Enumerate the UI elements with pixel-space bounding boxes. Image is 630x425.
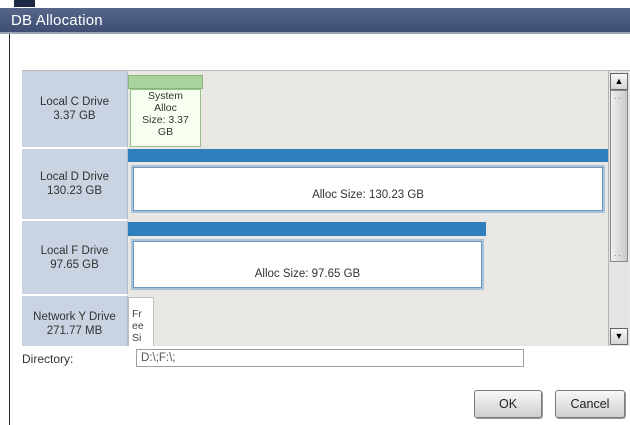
scroll-down-button[interactable]: ▼ (610, 328, 628, 345)
system-alloc-bar (128, 75, 203, 89)
drive-name: Local D Drive (39, 171, 110, 183)
window-left-border (9, 34, 10, 425)
grip-dots-icon: .. (614, 92, 623, 101)
drive-size: 97.65 GB (50, 258, 99, 271)
alloc-size-label: Alloc Size: 97.65 GB (254, 268, 361, 280)
grip-dots-icon: .. (614, 249, 623, 258)
free-text-line: Fr (132, 308, 142, 320)
title-bar-shadow (0, 32, 630, 34)
drive-name: Network Y Drive (33, 311, 116, 323)
alloc-block-f[interactable]: Alloc Size: 97.65 GB (131, 239, 484, 290)
alloc-size-label: Alloc Size: 130.23 GB (312, 189, 424, 201)
alloc-text-line: GB (157, 126, 174, 138)
alloc-bar-f (128, 222, 486, 236)
alloc-text-line: System (147, 90, 183, 102)
top-strip-mark (14, 0, 35, 7)
free-space-block[interactable]: Fr ee Si (128, 297, 154, 346)
drive-size: 271.77 MB (46, 325, 103, 337)
cancel-button[interactable]: Cancel (555, 390, 625, 418)
alloc-text-line: Size: 3.37 (142, 114, 189, 126)
alloc-bar-d (128, 149, 608, 162)
alloc-text-line: Alloc (154, 102, 177, 114)
title-bar[interactable]: DB Allocation (0, 8, 630, 34)
drive-name: Local C Drive (39, 96, 110, 108)
alloc-block-d[interactable]: Alloc Size: 130.23 GB (131, 165, 605, 213)
top-strip (0, 0, 630, 8)
system-alloc-block[interactable]: System Alloc Size: 3.37 GB (130, 89, 201, 147)
drive-size: 130.23 GB (47, 185, 102, 197)
scroll-up-button[interactable]: ▲ (610, 73, 628, 90)
free-text-line: Si (132, 332, 142, 344)
directory-input[interactable] (136, 349, 524, 367)
window-title: DB Allocation (11, 12, 103, 29)
drive-name: Local F Drive (40, 244, 109, 257)
drive-label-y: Network Y Drive 271.77 MB (22, 296, 128, 346)
drive-size: 3.37 GB (53, 110, 96, 122)
drive-label-c: Local C Drive 3.37 GB (22, 71, 128, 149)
drive-label-f: Local F Drive 97.65 GB (22, 221, 128, 296)
vertical-scrollbar[interactable]: ▲ .. .. ▼ (608, 71, 629, 346)
ok-button[interactable]: OK (474, 390, 542, 418)
scroll-down-icon: ▼ (614, 331, 624, 341)
scroll-thumb[interactable]: .. .. (610, 90, 628, 262)
directory-label: Directory: (22, 352, 74, 366)
free-text-line: ee (132, 320, 144, 332)
allocation-panel: Local C Drive 3.37 GB System Alloc Size:… (22, 70, 630, 346)
scroll-up-icon: ▲ (614, 76, 624, 86)
drive-label-d: Local D Drive 130.23 GB (22, 149, 128, 221)
